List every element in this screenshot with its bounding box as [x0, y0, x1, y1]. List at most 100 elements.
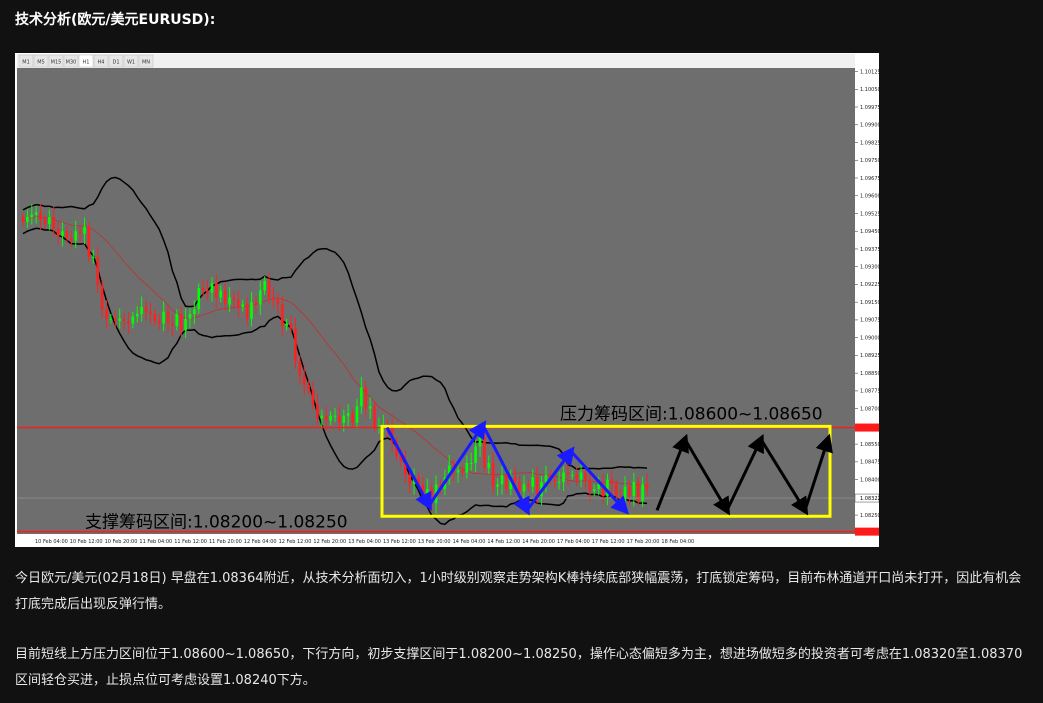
candle-body [456, 470, 460, 473]
x-tick-label: 13 Feb 04:00 [348, 539, 381, 545]
candle-body [171, 323, 174, 326]
candle-body [491, 463, 495, 487]
plot-area [17, 68, 855, 534]
candle-body [91, 257, 95, 259]
candle-body [338, 415, 341, 423]
candle-body [127, 321, 130, 324]
y-tick-label: 1.08700 [860, 406, 879, 412]
candle-body [544, 474, 548, 482]
y-tick-label: 1.09150 [860, 300, 879, 306]
candle-body [21, 217, 25, 222]
x-tick-label: 17 Feb 20:00 [627, 539, 660, 545]
y-tick-label: 1.09375 [860, 247, 879, 253]
candle-body [307, 384, 310, 390]
candle-body [588, 479, 592, 492]
candle-body [215, 283, 218, 298]
candle-body [614, 484, 618, 497]
candle-body [320, 415, 324, 419]
candle-body [324, 415, 328, 421]
candle-body [531, 477, 535, 487]
x-tick-label: 10 Feb 20:00 [105, 539, 138, 545]
candle-body [193, 309, 196, 315]
y-tick-label: 1.09600 [860, 194, 879, 200]
candle-body [39, 212, 42, 220]
y-tick-label: 1.08550 [860, 442, 879, 448]
candle-body [641, 484, 644, 501]
candle-body [179, 314, 183, 331]
y-tick-label: 1.08775 [860, 389, 879, 395]
candle-body [474, 446, 477, 464]
candle-body [579, 472, 583, 480]
candle-body [355, 406, 359, 423]
candle-body [258, 290, 262, 305]
candle-body [219, 290, 223, 298]
candle-body [333, 415, 337, 417]
candle-body [619, 496, 622, 501]
y-tick-label: 1.08925 [860, 353, 879, 359]
candle-body [162, 311, 165, 324]
candlestick-chart: M1 M5 M15 M30 H1 H4 D1 W1 MN 1.10125 1.10050 1.099… [15, 53, 879, 547]
candle-body [465, 463, 469, 473]
candle-body [496, 484, 499, 487]
candle-body [298, 361, 302, 376]
candle-body [566, 472, 570, 475]
candle-body [34, 212, 38, 215]
candle-body [570, 474, 574, 476]
candle-body [166, 311, 170, 324]
candle-body [302, 375, 306, 385]
candle-body [118, 318, 121, 322]
candle-body [263, 280, 267, 291]
candle-body [70, 238, 73, 241]
candle-body [500, 474, 504, 485]
candle-body [140, 306, 143, 315]
tab-label: MN [142, 60, 150, 66]
candle-body [210, 283, 214, 293]
x-tick-label: 14 Feb 20:00 [522, 539, 555, 545]
candle-body [505, 474, 508, 490]
candle-body [628, 486, 631, 497]
candle-body [289, 323, 293, 329]
candle-body [135, 314, 139, 317]
y-tick-label: 1.09900 [860, 123, 879, 129]
candle-body [329, 415, 332, 421]
candle-body [83, 226, 86, 234]
y-tick-label: 1.09975 [860, 105, 879, 111]
y-tick-label: 1.08850 [860, 371, 879, 377]
candle-body [311, 389, 315, 404]
y-tick-label: 1.09450 [860, 229, 879, 235]
candle-body [245, 304, 249, 319]
tab-label: M1 [22, 60, 30, 66]
candle-body [294, 328, 297, 362]
y-tick-label: 1.09825 [860, 140, 879, 146]
candle-body [584, 472, 587, 480]
candle-body [78, 231, 82, 234]
candle-body [175, 314, 179, 326]
timeframe-tabs: M1 M5 M15 M30 H1 H4 D1 W1 MN [18, 54, 154, 68]
x-tick-label: 17 Feb 04:00 [557, 539, 590, 545]
y-tick-label: 1.10125 [860, 69, 879, 75]
candle-body [483, 437, 486, 468]
candle-body [188, 314, 192, 319]
y-tick-label: 1.08250 [860, 513, 879, 519]
candle-body [48, 217, 51, 225]
x-tick-label: 18 Feb 04:00 [661, 539, 694, 545]
tab-label: H1 [83, 60, 90, 66]
candle-body [184, 318, 187, 331]
candle-body [360, 387, 363, 407]
candle-body [237, 299, 240, 307]
x-tick-label: 13 Feb 20:00 [418, 539, 451, 545]
candle-body [557, 481, 561, 483]
y-tick-label: 1.09075 [860, 318, 879, 324]
candle-body [575, 474, 579, 480]
x-tick-label: 14 Feb 04:00 [453, 539, 486, 545]
candle-body [276, 299, 280, 305]
candle-body [105, 309, 108, 319]
candle-body [272, 297, 275, 300]
x-tick-label: 14 Feb 12:00 [487, 539, 520, 545]
y-tick-label: 1.08400 [860, 477, 879, 483]
candle-body [232, 297, 236, 300]
analysis-paragraph-1: 今日欧元/美元(02月18日) 早盘在1.08364附近，从技术分析面切入，1小… [15, 571, 1022, 612]
candle-body [513, 477, 517, 482]
x-tick-label: 12 Feb 12:00 [279, 539, 312, 545]
candle-body [469, 463, 473, 465]
